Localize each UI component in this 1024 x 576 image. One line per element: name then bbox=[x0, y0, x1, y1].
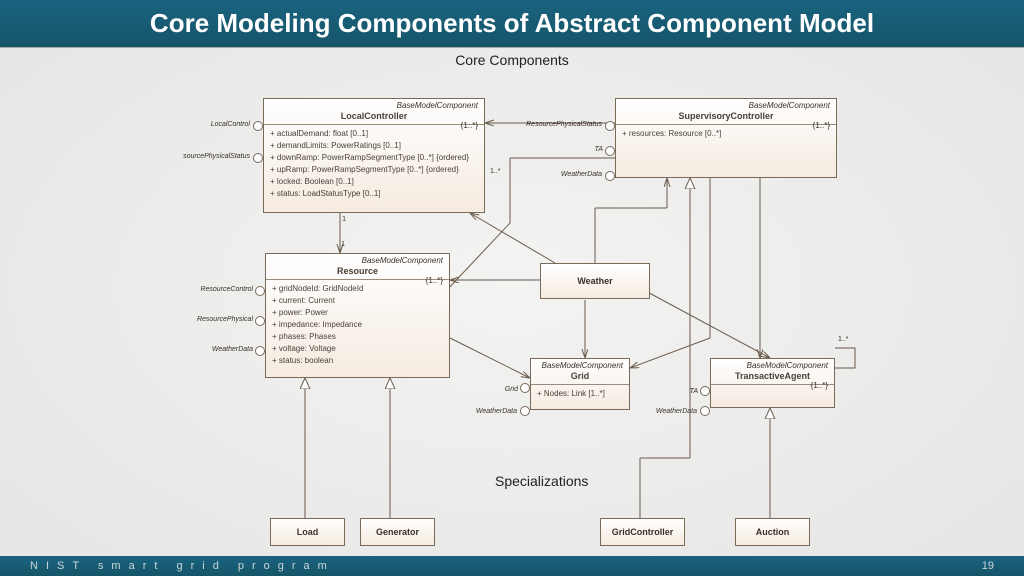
stereotype-label: BaseModelComponent bbox=[711, 359, 834, 370]
port-label: TA bbox=[678, 388, 698, 395]
multiplicity-label: {1..*} bbox=[813, 121, 830, 130]
class-supervisory-controller: BaseModelComponent SupervisoryController… bbox=[615, 98, 837, 178]
stereotype-label: BaseModelComponent bbox=[264, 99, 484, 110]
page-number: 19 bbox=[982, 560, 994, 572]
class-weather: Weather bbox=[540, 263, 650, 299]
multiplicity-label: {1..*} bbox=[461, 121, 478, 130]
port-icon bbox=[255, 346, 265, 356]
port-label: WeatherData bbox=[550, 171, 602, 178]
port-label: TA bbox=[585, 146, 603, 153]
port-icon bbox=[700, 406, 710, 416]
multiplicity-label: 1..* bbox=[838, 336, 858, 343]
port-icon bbox=[605, 121, 615, 131]
multiplicity-label: {1..*} bbox=[811, 381, 828, 390]
class-generator: Generator bbox=[360, 518, 435, 546]
port-label: ResourceControl bbox=[195, 286, 253, 293]
port-icon bbox=[255, 316, 265, 326]
port-label: WeatherData bbox=[467, 408, 517, 415]
port-label: WeatherData bbox=[200, 346, 253, 353]
port-icon bbox=[605, 171, 615, 181]
port-icon bbox=[253, 121, 263, 131]
page-title: Core Modeling Components of Abstract Com… bbox=[0, 0, 1024, 48]
port-label: ResourcePhysical bbox=[193, 316, 253, 323]
attribute-list: + resources: Resource [0..*] bbox=[616, 125, 836, 143]
stereotype-label: BaseModelComponent bbox=[531, 359, 629, 370]
port-icon bbox=[700, 386, 710, 396]
port-label: LocalControl bbox=[200, 121, 250, 128]
stereotype-label: BaseModelComponent bbox=[266, 254, 449, 265]
class-auction: Auction bbox=[735, 518, 810, 546]
class-load: Load bbox=[270, 518, 345, 546]
class-grid-controller: GridController bbox=[600, 518, 685, 546]
port-icon bbox=[253, 153, 263, 163]
class-resource: BaseModelComponent Resource {1..*} + gri… bbox=[265, 253, 450, 378]
port-label: Grid bbox=[498, 386, 518, 393]
specializations-label: Specializations bbox=[495, 473, 588, 489]
port-icon bbox=[605, 146, 615, 156]
class-name: SupervisoryController bbox=[616, 110, 836, 125]
footer-bar: NIST smart grid program 19 bbox=[0, 556, 1024, 576]
port-icon bbox=[255, 286, 265, 296]
class-name: LocalController bbox=[264, 110, 484, 125]
class-transactive-agent: BaseModelComponent TransactiveAgent {1..… bbox=[710, 358, 835, 408]
class-local-controller: BaseModelComponent LocalController {1..*… bbox=[263, 98, 485, 213]
footer-text: NIST smart grid program bbox=[30, 560, 335, 572]
attribute-list: + gridNodeId: GridNodeId + current: Curr… bbox=[266, 280, 449, 370]
class-grid: BaseModelComponent Grid + Nodes: Link [1… bbox=[530, 358, 630, 410]
class-name: Resource bbox=[266, 265, 449, 280]
multiplicity-label: {1..*} bbox=[426, 276, 443, 285]
port-label: WeatherData bbox=[647, 408, 697, 415]
attribute-list: + Nodes: Link [1..*] bbox=[531, 385, 629, 403]
class-name: Grid bbox=[531, 370, 629, 385]
port-icon bbox=[520, 383, 530, 393]
port-label: ResourcePhysicalStatus bbox=[520, 121, 602, 128]
stereotype-label: BaseModelComponent bbox=[616, 99, 836, 110]
multiplicity-label: 1 bbox=[336, 216, 346, 223]
multiplicity-label: 1 bbox=[333, 241, 345, 248]
port-icon bbox=[520, 406, 530, 416]
attribute-list: + actualDemand: float [0..1] + demandLim… bbox=[264, 125, 484, 203]
core-components-label: Core Components bbox=[0, 52, 1024, 68]
multiplicity-label: 1..* bbox=[490, 168, 510, 175]
diagram-canvas: BaseModelComponent LocalController {1..*… bbox=[0, 68, 1024, 546]
port-label: sourcePhysicalStatus bbox=[175, 153, 250, 160]
